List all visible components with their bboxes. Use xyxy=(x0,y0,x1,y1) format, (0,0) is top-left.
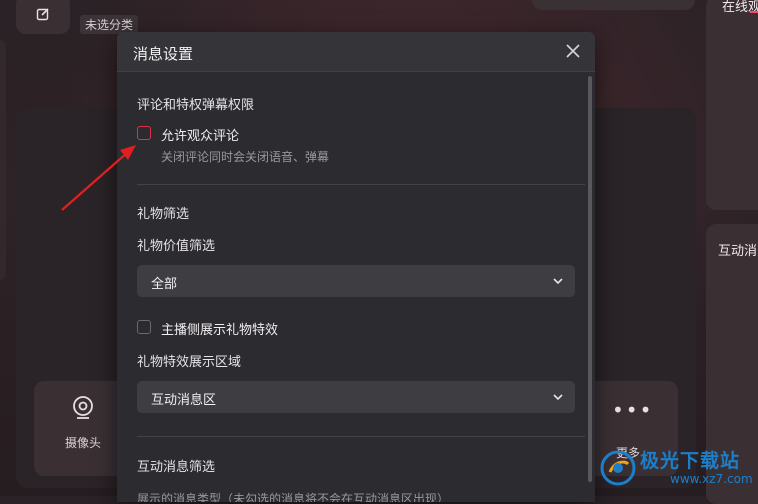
dialog-scrollbar[interactable] xyxy=(588,76,592,482)
gift-effects-area-value: 互动消息区 xyxy=(151,393,217,408)
gift-value-filter-label: 礼物价值筛选 xyxy=(137,239,216,254)
interactive-messages-label: 互动消 xyxy=(718,244,758,259)
online-viewers-panel: 在线观 xyxy=(706,0,758,210)
watermark-brand: 极光下载站 xyxy=(640,450,741,472)
show-gift-effects-label[interactable]: 主播侧展示礼物特效 xyxy=(161,319,278,338)
watermark: 极光下载站 www.xz7.com xyxy=(598,444,758,496)
edit-tile-button[interactable] xyxy=(16,0,70,34)
section-divider xyxy=(137,184,585,185)
brand-logo-icon xyxy=(600,450,636,486)
dialog-header: 消息设置 xyxy=(117,32,595,72)
gift-value-filter-value: 全部 xyxy=(151,277,178,292)
gift-effects-area-label: 礼物特效展示区域 xyxy=(137,355,242,370)
section-divider xyxy=(137,436,585,437)
more-icon[interactable]: ••• xyxy=(612,398,653,422)
interactive-filter-title: 互动消息筛选 xyxy=(137,460,216,475)
message-settings-dialog: 消息设置 评论和特权弹幕权限 允许观众评论 关闭评论同时会关闭语音、弹幕 礼物筛… xyxy=(117,32,595,502)
top-tabs-pill[interactable] xyxy=(532,0,695,10)
close-icon[interactable] xyxy=(563,41,583,61)
left-panel-edge xyxy=(0,40,6,280)
allow-comments-label[interactable]: 允许观众评论 xyxy=(161,125,239,144)
show-gift-effects-checkbox[interactable] xyxy=(137,320,151,334)
edit-icon xyxy=(36,8,49,21)
watermark-url: www.xz7.com xyxy=(670,472,753,486)
gift-effects-area-select[interactable]: 互动消息区 xyxy=(137,381,575,413)
allow-comments-checkbox[interactable] xyxy=(137,126,151,140)
interactive-filter-description: 展示的消息类型（未勾选的消息将不会在互动消息区出现） xyxy=(137,492,450,502)
camera-label: 摄像头 xyxy=(64,436,101,450)
active-tab-indicator xyxy=(750,11,758,13)
gift-filter-title: 礼物筛选 xyxy=(137,207,190,222)
chevron-down-icon xyxy=(553,278,563,285)
chevron-down-icon xyxy=(553,394,563,401)
comment-permission-title: 评论和特权弹幕权限 xyxy=(137,98,255,113)
camera-icon xyxy=(73,396,93,419)
gift-value-filter-select[interactable]: 全部 xyxy=(137,265,575,297)
dialog-title: 消息设置 xyxy=(133,45,194,63)
camera-button[interactable]: 摄像头 xyxy=(48,394,118,451)
allow-comments-description: 关闭评论同时会关闭语音、弹幕 xyxy=(161,150,330,164)
